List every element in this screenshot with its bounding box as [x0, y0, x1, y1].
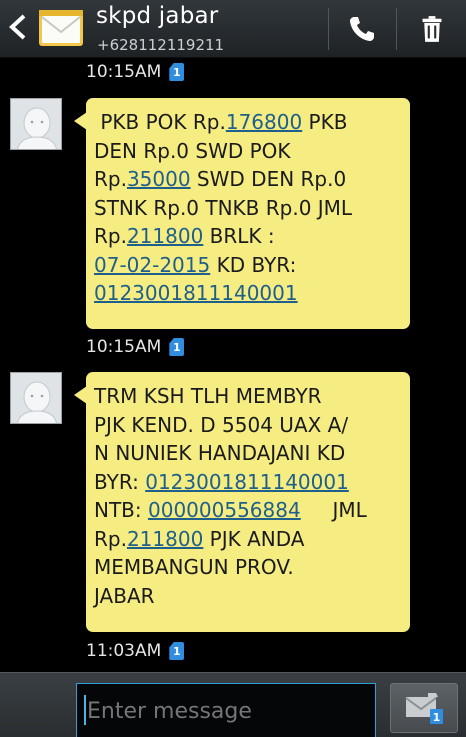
message-link[interactable]: 000000556884 [148, 498, 301, 522]
message-composer: 1 [0, 672, 466, 737]
delete-button[interactable] [404, 6, 460, 52]
call-button[interactable] [336, 6, 388, 52]
sim-icon: 1 [169, 642, 185, 660]
message-bubble[interactable]: TRM KSH TLH MEMBYR PJK KEND. D 5504 UAX … [74, 372, 410, 632]
message-input[interactable] [76, 683, 376, 737]
send-sim-label: 1 [433, 711, 441, 724]
sim-icon: 1 [169, 338, 185, 356]
message-timestamp: 10:15AM 1 [86, 337, 185, 357]
messages-app-icon [38, 6, 84, 50]
phone-icon [350, 17, 374, 41]
person-icon [11, 99, 61, 149]
send-envelope-icon: 1 [405, 693, 443, 724]
contact-number: +628112119211 [97, 36, 225, 54]
message-text: BRLK : [209, 224, 275, 248]
message-link[interactable]: 35000 [127, 167, 191, 191]
message-link[interactable]: 211800 [127, 224, 203, 248]
sim-icon: 1 [169, 63, 185, 81]
conversation-header: skpd jabar +628112119211 [0, 0, 466, 58]
person-icon [11, 373, 61, 423]
contact-name: skpd jabar [96, 3, 219, 29]
message-link[interactable]: 211800 [127, 527, 203, 551]
message-link[interactable]: 07-02-2015 [94, 253, 210, 277]
header-divider [396, 8, 397, 50]
avatar[interactable] [10, 98, 62, 150]
message-bubble[interactable]: PKB POK Rp.176800 PKB DEN Rp.0 SWD POK R… [74, 98, 410, 329]
message-text: NTB: [94, 498, 142, 522]
avatar[interactable] [10, 372, 62, 424]
back-button[interactable] [6, 10, 30, 44]
message-link[interactable]: 176800 [226, 110, 302, 134]
message-text: PKB POK Rp. [94, 110, 226, 134]
message-text: KD BYR: [216, 252, 297, 277]
header-divider [328, 8, 329, 50]
trash-icon [422, 16, 442, 42]
send-button[interactable]: 1 [390, 683, 458, 733]
text-cursor [84, 695, 86, 725]
message-link[interactable]: 0123001811140001 [94, 281, 298, 305]
chevron-left-icon [9, 14, 26, 40]
message-timestamp: 10:15AM 1 [86, 62, 185, 82]
message-timestamp: 11:03AM 1 [86, 641, 185, 661]
message-link[interactable]: 0123001811140001 [145, 470, 349, 494]
